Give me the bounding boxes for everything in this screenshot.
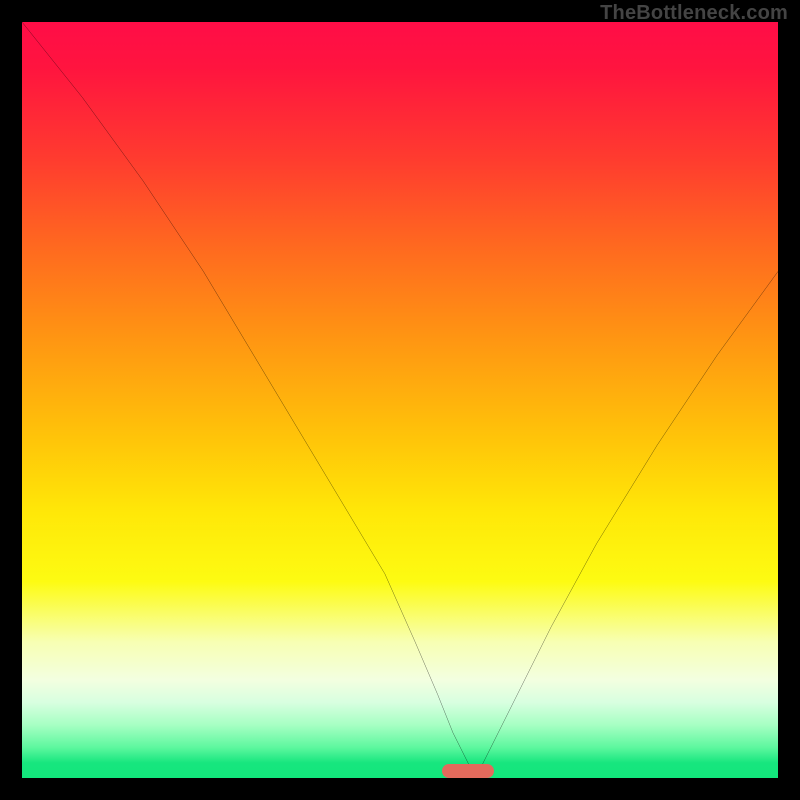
optimal-marker xyxy=(442,764,495,778)
bottleneck-curve xyxy=(22,22,778,778)
curve-path xyxy=(22,22,778,778)
watermark-label: TheBottleneck.com xyxy=(600,2,788,25)
plot-area xyxy=(22,22,778,778)
chart-frame: TheBottleneck.com xyxy=(0,0,800,800)
